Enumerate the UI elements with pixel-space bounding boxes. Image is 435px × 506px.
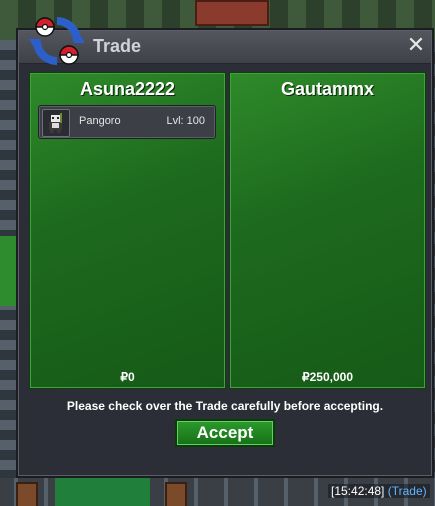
player-name-right: Gautammx [280, 79, 375, 99]
pangoro-sprite-icon [42, 109, 70, 137]
accept-button[interactable]: Accept [175, 419, 275, 447]
money-offer-right: ₽250,000 [301, 370, 353, 384]
trade-swap-icon [29, 17, 85, 65]
close-button[interactable]: ✕ [405, 35, 427, 57]
background-post [16, 482, 38, 506]
money-offer-left: ₽0 [120, 370, 135, 384]
chat-channel-tag[interactable]: (Trade) [388, 484, 427, 498]
trade-notice: Please check over the Trade carefully be… [66, 399, 384, 413]
partner-offer-panel: Gautammx ₽250,000 [229, 72, 426, 389]
background-bottom-grass [55, 478, 150, 506]
chat-timestamp: [15:42:48] [331, 484, 385, 498]
background-left-grass [0, 236, 20, 306]
trade-window: Trade ✕ Asuna2222 Pangoro Lvl: 100 ₽0 Ga… [18, 17, 432, 476]
background-post [165, 482, 187, 506]
trade-item-row[interactable]: Pangoro Lvl: 100 [38, 105, 216, 139]
chat-line: [15:42:48] (Trade) [328, 484, 430, 498]
item-level: Lvl: 100 [166, 115, 205, 127]
window-title: Trade [93, 36, 142, 56]
player-name-left: Asuna2222 [79, 79, 176, 99]
background-roof [195, 0, 269, 26]
my-offer-panel: Asuna2222 Pangoro Lvl: 100 ₽0 [29, 72, 226, 389]
item-name: Pangoro [79, 115, 121, 127]
